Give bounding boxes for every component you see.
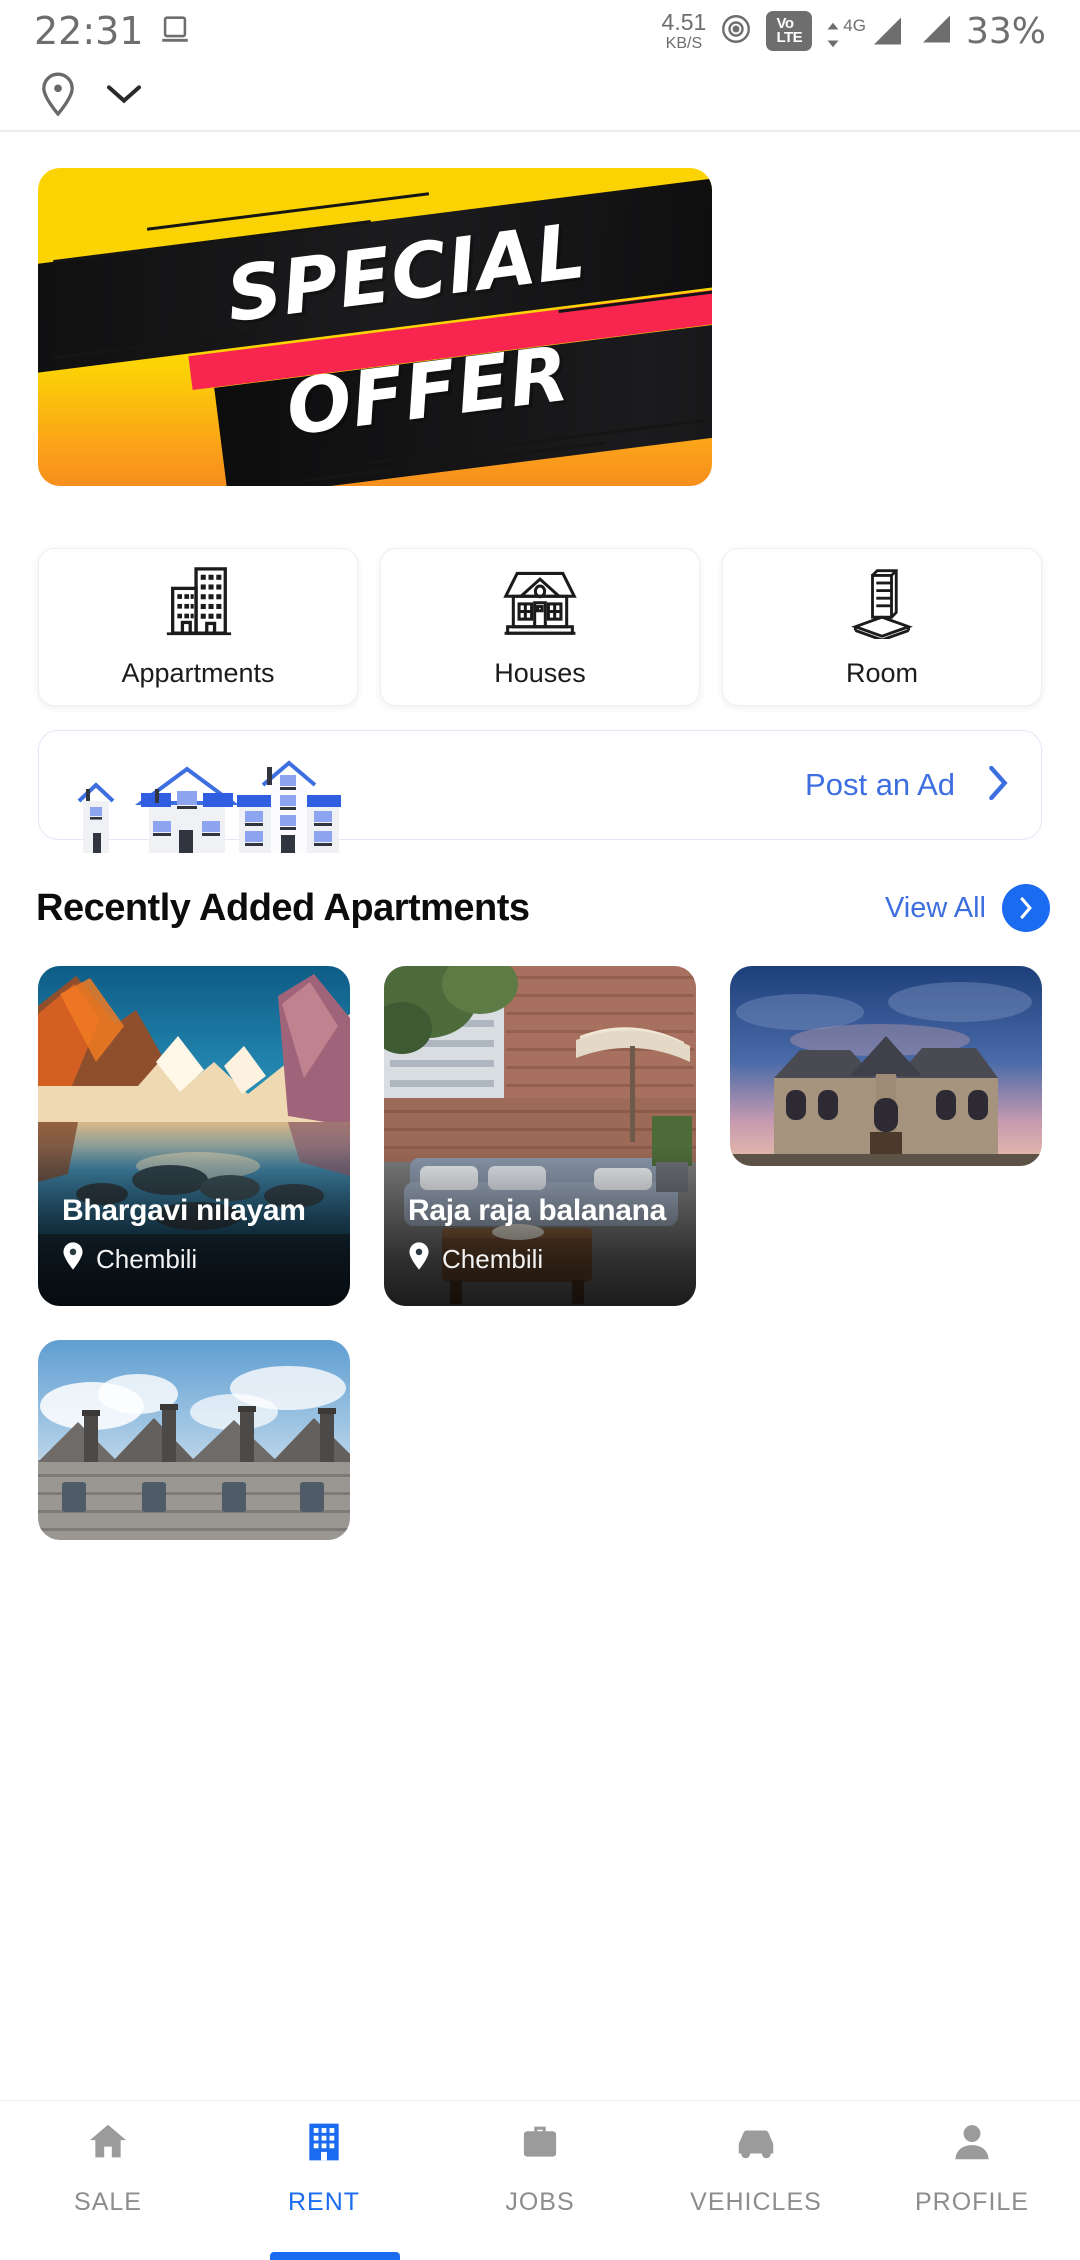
volte-icon: Vo LTE [766,11,813,51]
chevron-right-circle-icon[interactable] [1002,884,1050,932]
category-card-appartments[interactable]: Appartments [38,548,358,706]
person-icon [949,2119,995,2170]
property-card[interactable]: Bhargavi nilayam Chembili [38,966,350,1306]
location-pin-icon [406,1241,432,1278]
location-pin-icon [38,71,78,122]
stone-mansion-dusk-photo [730,966,1042,1166]
property-location-label: Chembili [96,1244,198,1274]
bottom-navigation: SALE RENT JOBS VEHICLES PROFILE [0,2100,1080,2260]
network-speed-unit: KB/S [665,34,703,52]
property-location: Chembili [406,1241,543,1278]
battery-percentage: 33% [965,10,1046,52]
nav-item-jobs[interactable]: JOBS [432,2119,648,2217]
property-card[interactable]: Raja raja balanana Chembili [384,966,696,1306]
category-label: Room [845,658,919,688]
signal-bars-sim1: 4G [825,12,904,50]
category-label: Houses [494,658,586,688]
property-card[interactable] [730,966,1042,1166]
post-ad-label: Post an Ad [805,767,955,802]
network-speed: 4.51 KB/S [661,8,707,52]
category-card-room[interactable]: Room [722,548,1042,706]
property-name: Raja raja balanana [408,1194,667,1227]
location-pin-icon [60,1241,86,1278]
apartment-building-icon [159,565,237,644]
signal-bars-sim2 [917,10,953,53]
network-speed-value: 4.51 [661,8,707,35]
promo-banner-container: SPECIAL OFFER [0,132,1080,486]
briefcase-icon [517,2119,563,2170]
nav-label: PROFILE [915,2188,1029,2216]
special-offer-banner[interactable]: SPECIAL OFFER [38,168,712,486]
hotspot-icon [719,12,753,51]
nav-active-indicator [270,2252,400,2260]
property-location-label: Chembili [442,1244,544,1274]
tablet-icon [158,12,192,51]
status-bar-left: 22:31 [34,9,192,53]
nav-item-rent[interactable]: RENT [216,2119,432,2217]
house-icon [500,565,580,644]
grey-brick-rooftops-photo [38,1340,350,1540]
status-bar-clock: 22:31 [34,9,144,53]
property-location: Chembili [60,1241,197,1278]
nav-label: VEHICLES [690,2188,822,2216]
view-all-button[interactable]: View All [885,884,1050,932]
nav-item-vehicles[interactable]: VEHICLES [648,2119,864,2217]
chevron-down-icon[interactable] [104,81,144,112]
view-all-label: View All [884,891,986,924]
category-card-houses[interactable]: Houses [380,548,700,706]
category-cards: Appartments Houses Room [0,486,1080,706]
chevron-right-icon[interactable] [981,763,1015,808]
nav-label: JOBS [505,2188,575,2216]
home-icon [85,2119,131,2170]
property-card[interactable] [38,1340,350,1540]
post-ad-container: Post an Ad [0,706,1080,853]
building-icon [302,2119,346,2170]
nav-label: RENT [287,2188,361,2216]
location-selector[interactable] [0,62,1080,132]
section-header: Recently Added Apartments View All [0,840,1080,932]
status-bar-right: 4.51 KB/S Vo LTE 4G 33% [662,10,1046,53]
page-title: Recently Added Apartments [36,886,530,929]
nav-label: SALE [74,2188,142,2216]
category-label: Appartments [121,658,275,688]
nav-item-sale[interactable]: SALE [0,2119,216,2217]
post-ad-row[interactable]: Post an Ad [38,730,1042,853]
room-tower-icon [844,565,920,644]
volte-label-bottom: LTE [776,29,803,46]
property-name: Bhargavi nilayam [62,1194,306,1227]
network-type-label: 4G [843,16,866,35]
property-grid: Bhargavi nilayam Chembili Raja raja bala… [0,932,1080,1540]
car-icon [731,2119,781,2170]
nav-item-profile[interactable]: PROFILE [864,2119,1080,2217]
status-bar: 22:31 4.51 KB/S Vo LTE 4G 33% [0,0,1080,62]
blue-houses-illustration [77,760,341,853]
